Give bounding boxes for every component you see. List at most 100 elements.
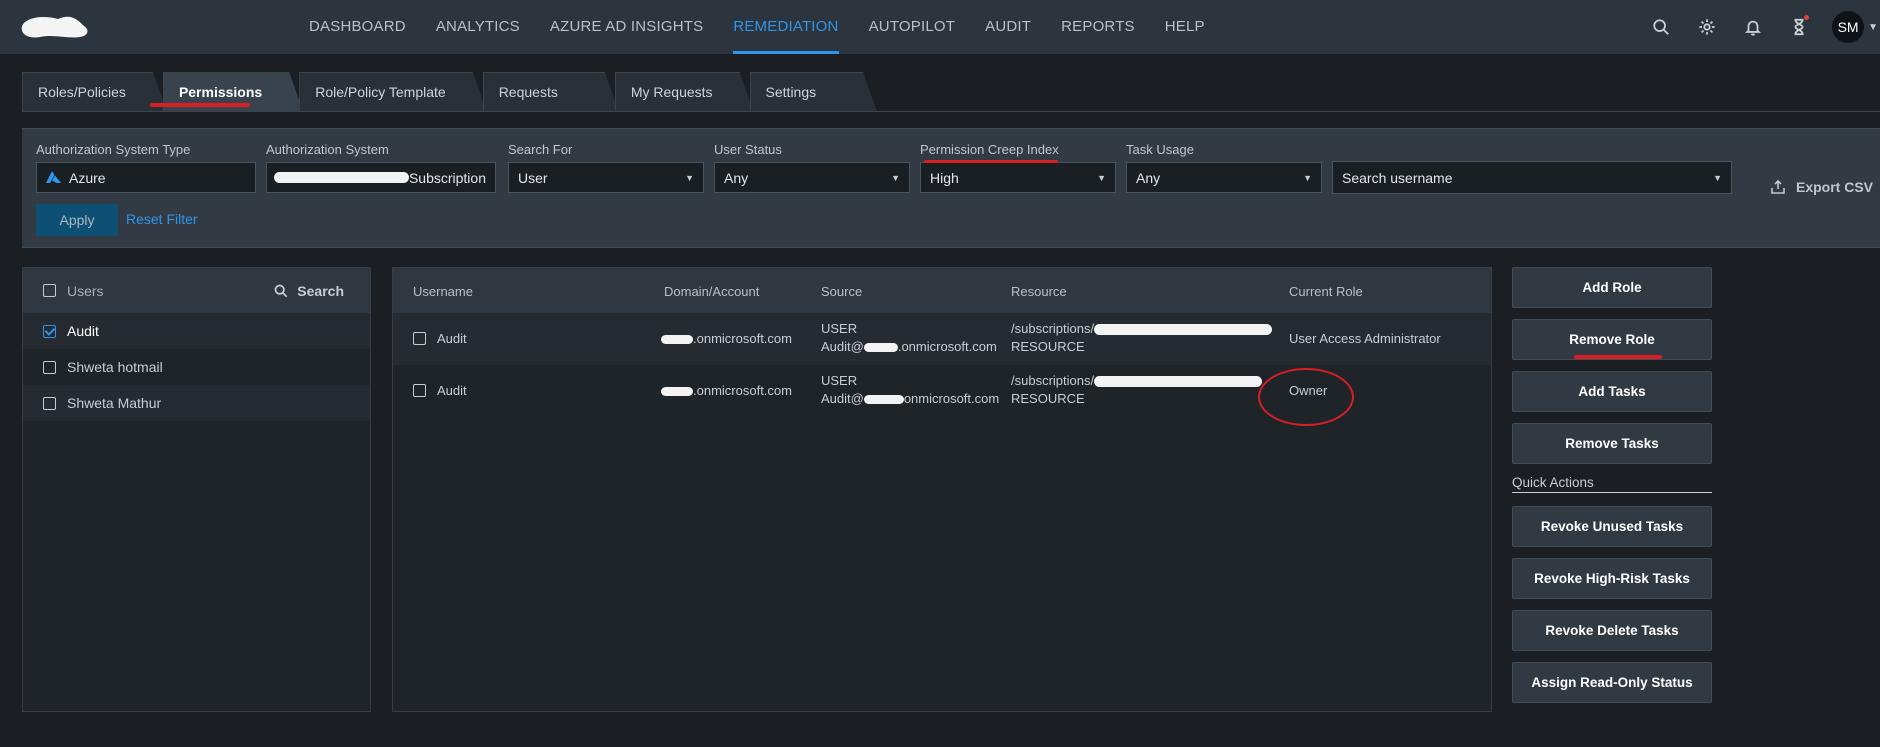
tab-roles-policies[interactable]: Roles/Policies: [22, 72, 167, 112]
nav-audit[interactable]: AUDIT: [970, 0, 1046, 54]
filter-panel: Authorization System Type Azure Authoriz…: [22, 128, 1880, 248]
auth-system-select[interactable]: Subscription: [266, 162, 496, 193]
cell-domain: .onmicrosoft.com: [661, 330, 792, 348]
brand-logo[interactable]: [18, 12, 94, 45]
column-header-username[interactable]: Username: [413, 284, 473, 299]
cell-current-role: User Access Administrator: [1289, 331, 1441, 346]
notification-dot: [1804, 15, 1810, 20]
user-name: Shweta hotmail: [67, 359, 163, 375]
assign-read-only-status-button[interactable]: Assign Read-Only Status: [1512, 662, 1712, 703]
row-checkbox[interactable]: [413, 384, 426, 397]
user-checkbox[interactable]: [43, 324, 56, 338]
search-username-select[interactable]: Search username ▼: [1332, 161, 1732, 194]
search-for-select[interactable]: User ▼: [508, 162, 704, 193]
add-role-button[interactable]: Add Role: [1512, 267, 1712, 308]
user-name: Audit: [67, 323, 99, 339]
redacted-subscription-name: [274, 172, 409, 183]
user-name: Shweta Mathur: [67, 395, 162, 411]
cell-resource-path: /subscriptions/: [1011, 372, 1263, 390]
chevron-down-icon[interactable]: ▼: [1868, 22, 1878, 33]
table-row[interactable]: Audit .onmicrosoft.com USER Audit@ .onmic…: [393, 313, 1491, 365]
gear-icon[interactable]: [1684, 0, 1730, 54]
annotation-underline-pci: [924, 160, 1058, 163]
tab-my-requests[interactable]: My Requests: [615, 72, 754, 112]
column-header-resource[interactable]: Resource: [1011, 284, 1067, 299]
pci-select[interactable]: High ▼: [920, 162, 1116, 193]
export-icon: [1771, 179, 1785, 194]
annotation-underline-permissions: [150, 103, 250, 107]
cell-domain-text: .onmicrosoft.com: [693, 383, 792, 398]
nav-dashboard[interactable]: DASHBOARD: [294, 0, 421, 54]
search-for-value: User: [518, 169, 548, 186]
chevron-down-icon: ▼: [891, 172, 900, 183]
tab-role-policy-template[interactable]: Role/Policy Template: [299, 72, 486, 112]
export-csv-label: Export CSV: [1796, 179, 1874, 195]
nav-remediation[interactable]: REMEDIATION: [718, 0, 853, 54]
cell-resource-prefix: /subscriptions/: [1011, 373, 1095, 388]
cell-source-type: USER: [821, 373, 858, 388]
users-search-button[interactable]: Search: [274, 268, 344, 313]
select-all-users-checkbox[interactable]: [43, 284, 56, 297]
cell-domain-text: .onmicrosoft.com: [693, 331, 792, 346]
redacted-account: [863, 343, 898, 353]
remove-tasks-button[interactable]: Remove Tasks: [1512, 423, 1712, 464]
row-checkbox[interactable]: [413, 332, 426, 345]
column-header-current-role[interactable]: Current Role: [1289, 284, 1363, 299]
user-status-select[interactable]: Any ▼: [714, 162, 910, 193]
column-header-source[interactable]: Source: [821, 284, 862, 299]
tab-divider: [22, 111, 1880, 112]
apply-button[interactable]: Apply: [36, 204, 118, 236]
cell-resource-type: RESOURCE: [1011, 391, 1085, 406]
auth-system-type-select[interactable]: Azure: [36, 162, 256, 193]
cell-source-prefix: Audit@: [821, 339, 864, 354]
add-tasks-button[interactable]: Add Tasks: [1512, 371, 1712, 412]
redacted-domain: [661, 335, 693, 345]
revoke-high-risk-tasks-button[interactable]: Revoke High-Risk Tasks: [1512, 558, 1712, 599]
task-usage-label: Task Usage: [1126, 142, 1194, 157]
nav-azure-ad-insights[interactable]: AZURE AD INSIGHTS: [535, 0, 718, 54]
cell-resource-path: /subscriptions/: [1011, 320, 1273, 338]
tab-settings[interactable]: Settings: [750, 72, 878, 112]
user-checkbox[interactable]: [43, 396, 56, 410]
nav-reports[interactable]: REPORTS: [1046, 0, 1150, 54]
bell-icon[interactable]: [1730, 0, 1776, 54]
hourglass-icon[interactable]: [1776, 0, 1822, 54]
auth-system-value: Subscription: [408, 169, 486, 186]
nav-help[interactable]: HELP: [1150, 0, 1220, 54]
chevron-down-icon: ▼: [1303, 172, 1312, 183]
nav-autopilot[interactable]: AUTOPILOT: [854, 0, 971, 54]
users-panel-header: Users Search: [23, 268, 370, 313]
cell-source-account: Audit@ onmicrosoft.com: [821, 390, 999, 408]
cell-source-prefix: Audit@: [821, 391, 864, 406]
users-search-label: Search: [297, 282, 344, 299]
revoke-delete-tasks-button[interactable]: Revoke Delete Tasks: [1512, 610, 1712, 651]
user-status-label: User Status: [714, 142, 782, 157]
avatar[interactable]: SM: [1832, 11, 1865, 43]
search-icon[interactable]: [1638, 0, 1684, 54]
task-usage-select[interactable]: Any ▼: [1126, 162, 1322, 193]
permissions-table: Username Domain/Account Source Resource …: [392, 267, 1492, 712]
remove-role-button[interactable]: Remove Role: [1512, 319, 1712, 360]
list-item[interactable]: Shweta Mathur: [23, 385, 370, 421]
quick-actions-label: Quick Actions: [1512, 475, 1712, 493]
cell-source-suffix: onmicrosoft.com: [903, 391, 1000, 406]
users-header-label: Users: [67, 282, 104, 299]
auth-system-label: Authorization System: [266, 142, 389, 157]
redacted-subscription-id: [1094, 376, 1263, 388]
nav-analytics[interactable]: ANALYTICS: [421, 0, 535, 54]
revoke-unused-tasks-button[interactable]: Revoke Unused Tasks: [1512, 506, 1712, 547]
tab-requests[interactable]: Requests: [483, 72, 619, 112]
export-csv-button[interactable]: Export CSV: [1770, 179, 1873, 195]
redacted-account: [863, 395, 904, 405]
main-nav: DASHBOARD ANALYTICS AZURE AD INSIGHTS RE…: [294, 0, 1220, 54]
column-header-domain[interactable]: Domain/Account: [664, 284, 759, 299]
cell-source-suffix: .onmicrosoft.com: [897, 339, 997, 354]
auth-system-type-value: Azure: [69, 169, 106, 186]
list-item[interactable]: Audit: [23, 313, 370, 349]
user-checkbox[interactable]: [43, 360, 56, 374]
search-username-placeholder: Search username: [1342, 169, 1453, 186]
pci-value: High: [930, 169, 959, 186]
list-item[interactable]: Shweta hotmail: [23, 349, 370, 385]
search-icon: [274, 284, 288, 297]
reset-filter-link[interactable]: Reset Filter: [126, 211, 198, 227]
